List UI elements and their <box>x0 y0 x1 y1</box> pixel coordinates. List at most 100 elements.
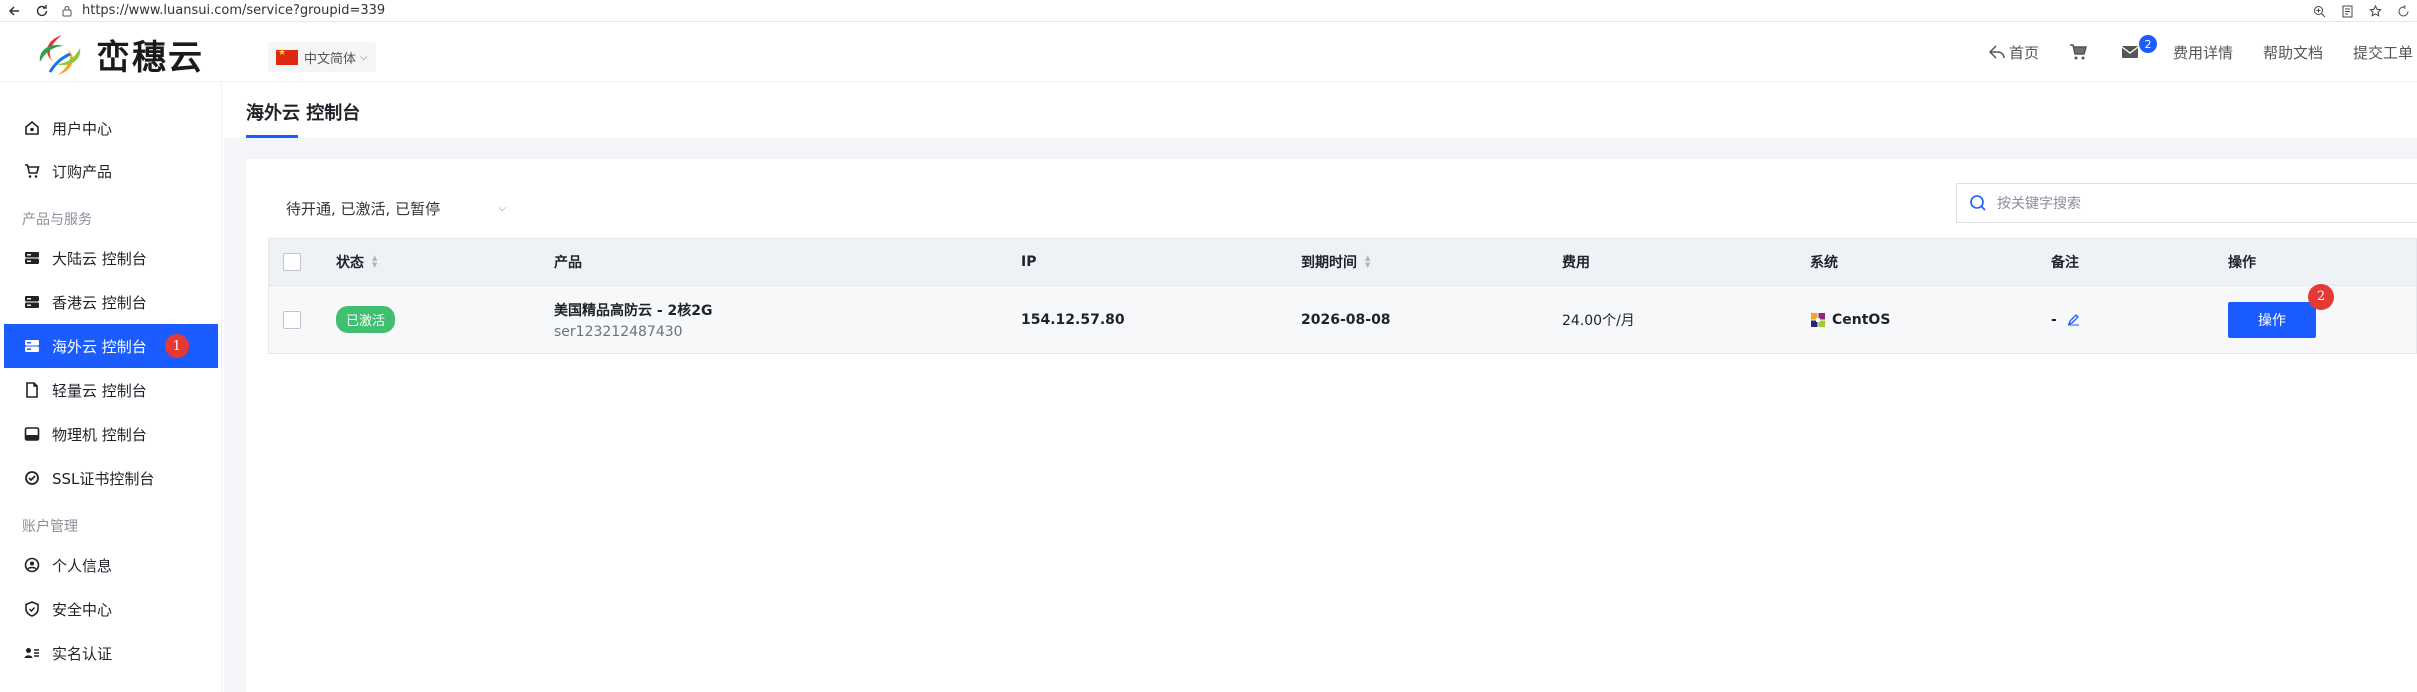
column-header-ip: IP <box>1021 239 1036 285</box>
url-text: https://www.luansui.com/service?groupid=… <box>82 3 386 18</box>
cart-icon <box>2069 44 2087 60</box>
fee-cell: 24.00个/月 <box>1562 312 1635 329</box>
sidebar-item-user-center[interactable]: 用户中心 <box>4 106 218 150</box>
search-icon <box>1969 194 1987 212</box>
edit-pencil-icon[interactable] <box>2067 313 2080 326</box>
sidebar-item-label: 安全中心 <box>52 600 113 619</box>
sort-icon[interactable]: ▲ ▼ <box>372 255 377 269</box>
column-header-label: 到期时间 <box>1301 255 1357 271</box>
sort-icon[interactable]: ▲ ▼ <box>1365 255 1370 269</box>
cart-icon <box>22 161 42 181</box>
search-input[interactable]: 按关键字搜索 <box>1956 183 2417 223</box>
top-nav: 首页 2 费用详情 帮助文档 提交工单 <box>1988 22 2417 82</box>
nav-ticket-label: 提交工单 <box>2352 43 2413 62</box>
sidebar-item-label: 大陆云 控制台 <box>52 249 147 268</box>
user-circle-icon <box>22 555 42 575</box>
row-checkbox[interactable] <box>283 310 301 329</box>
language-selector[interactable]: 中文简体 ⌵ <box>268 42 376 72</box>
china-flag-icon <box>276 48 298 65</box>
row-select-cell <box>283 286 301 353</box>
sidebar-item-mainland[interactable]: 大陆云 控制台 <box>4 236 218 280</box>
status-cell: 已激活 <box>336 286 396 353</box>
table-header-row: 状态 ▲ ▼ 产品 IP 到期时间 ▲ ▼ 费用 系统 备注 操作 <box>268 238 2417 286</box>
sidebar-item-lightweight[interactable]: 轻量云 控制台 <box>4 368 218 412</box>
column-header-label: 操作 <box>2228 255 2256 271</box>
nav-home-label: 首页 <box>2008 43 2039 62</box>
server-icon <box>22 248 42 268</box>
message-count-badge: 2 <box>2138 35 2157 53</box>
column-header-label: IP <box>1021 254 1037 270</box>
site-header: 峦穗云 中文简体 ⌵ 首页 2 费用详情 帮助文档 <box>0 22 2417 82</box>
remark-value: - <box>2051 311 2057 328</box>
chevron-down-icon: ⌵ <box>360 51 368 63</box>
main-content: 海外云 控制台 待开通, 已激活, 已暂停 ⌵ 按关键字搜索 状态 ▲ ▼ 产品… <box>224 83 2417 692</box>
search-placeholder: 按关键字搜索 <box>1997 196 2081 212</box>
extensions-icon[interactable] <box>2389 0 2417 22</box>
select-all-checkbox[interactable] <box>283 253 301 271</box>
status-filter-value: 待开通, 已激活, 已暂停 <box>286 199 441 218</box>
tab-indicator <box>246 135 298 138</box>
column-header-label: 费用 <box>1562 255 1590 271</box>
nav-cart[interactable] <box>2069 44 2091 60</box>
reader-icon[interactable] <box>2333 0 2361 22</box>
sidebar-item-overseas[interactable]: 海外云 控制台 1 <box>4 324 218 368</box>
step-marker-badge: 2 <box>2308 283 2334 310</box>
service-list-card: 待开通, 已激活, 已暂停 ⌵ 按关键字搜索 状态 ▲ ▼ 产品 IP 到期时间… <box>246 159 2417 692</box>
table-row: 已激活 美国精品高防云 - 2核2G ser123212487430 154.1… <box>268 283 2417 354</box>
address-bar[interactable]: https://www.luansui.com/service?groupid=… <box>60 3 385 18</box>
os-name: CentOS <box>1832 311 1891 328</box>
certificate-check-icon <box>22 468 42 488</box>
mail-icon <box>2121 45 2139 59</box>
sidebar-item-label: SSL证书控制台 <box>52 469 155 488</box>
nav-help-label: 帮助文档 <box>2262 43 2323 62</box>
shield-icon <box>22 599 42 619</box>
column-header-expiry[interactable]: 到期时间 ▲ ▼ <box>1301 239 1370 285</box>
column-header-action: 操作 <box>2228 239 2256 285</box>
sidebar-item-realname[interactable]: 实名认证 <box>4 631 218 675</box>
nav-messages[interactable]: 2 <box>2121 35 2157 59</box>
sidebar-item-security[interactable]: 安全中心 <box>4 587 218 631</box>
column-header-label: 备注 <box>2051 255 2079 271</box>
product-name-link[interactable]: 美国精品高防云 - 2核2G <box>554 300 713 320</box>
status-filter-select[interactable]: 待开通, 已激活, 已暂停 ⌵ <box>286 191 506 225</box>
centos-icon <box>1810 312 1826 328</box>
bookmark-star-icon[interactable] <box>2361 0 2389 22</box>
sidebar-group-account: 账户管理 <box>22 519 78 535</box>
column-header-status[interactable]: 状态 ▲ ▼ <box>336 239 377 285</box>
column-header-label: 产品 <box>554 255 582 271</box>
sidebar-item-order[interactable]: 订购产品 <box>4 149 218 193</box>
language-label: 中文简体 <box>304 51 357 67</box>
brand-name: 峦穗云 <box>96 38 204 78</box>
back-icon[interactable] <box>0 0 28 22</box>
action-cell: 操作 2 <box>2228 283 2334 353</box>
brand-logo[interactable]: 峦穗云 <box>32 30 204 79</box>
sidebar-item-ssl[interactable]: SSL证书控制台 <box>4 456 218 500</box>
zoom-icon[interactable] <box>2305 0 2333 22</box>
operate-button-label: 操作 <box>2258 312 2286 329</box>
id-card-icon <box>22 643 42 663</box>
nav-home[interactable]: 首页 <box>1988 42 2039 63</box>
sidebar-item-label: 轻量云 控制台 <box>52 381 147 400</box>
nav-help[interactable]: 帮助文档 <box>2263 42 2323 63</box>
sidebar-item-label: 海外云 控制台 <box>52 337 147 356</box>
document-icon <box>22 380 42 400</box>
reload-icon[interactable] <box>28 0 56 22</box>
sidebar-group-products: 产品与服务 <box>22 212 92 228</box>
operate-button[interactable]: 操作 2 <box>2228 283 2334 338</box>
nav-billing[interactable]: 费用详情 <box>2173 42 2233 63</box>
sidebar-item-label: 个人信息 <box>52 556 113 575</box>
site-info-icon[interactable] <box>60 4 74 18</box>
step-marker-badge: 1 <box>164 334 189 358</box>
column-header-fee: 费用 <box>1562 239 1590 285</box>
sidebar: 用户中心 订购产品 产品与服务 大陆云 控制台 香港云 控制台 海外云 控制台 … <box>0 83 222 692</box>
ip-cell: 154.12.57.80 <box>1021 311 1125 328</box>
sidebar-item-profile[interactable]: 个人信息 <box>4 543 218 587</box>
nav-ticket[interactable]: 提交工单 <box>2353 42 2413 63</box>
column-header-label: 系统 <box>1810 255 1838 271</box>
status-badge: 已激活 <box>336 306 396 333</box>
service-table: 状态 ▲ ▼ 产品 IP 到期时间 ▲ ▼ 费用 系统 备注 操作 已激活 美国… <box>268 238 2417 354</box>
page-title: 海外云 控制台 <box>246 103 361 124</box>
sidebar-item-physical[interactable]: 物理机 控制台 <box>4 412 218 456</box>
sidebar-item-hongkong[interactable]: 香港云 控制台 <box>4 280 218 324</box>
nav-billing-label: 费用详情 <box>2172 43 2233 62</box>
